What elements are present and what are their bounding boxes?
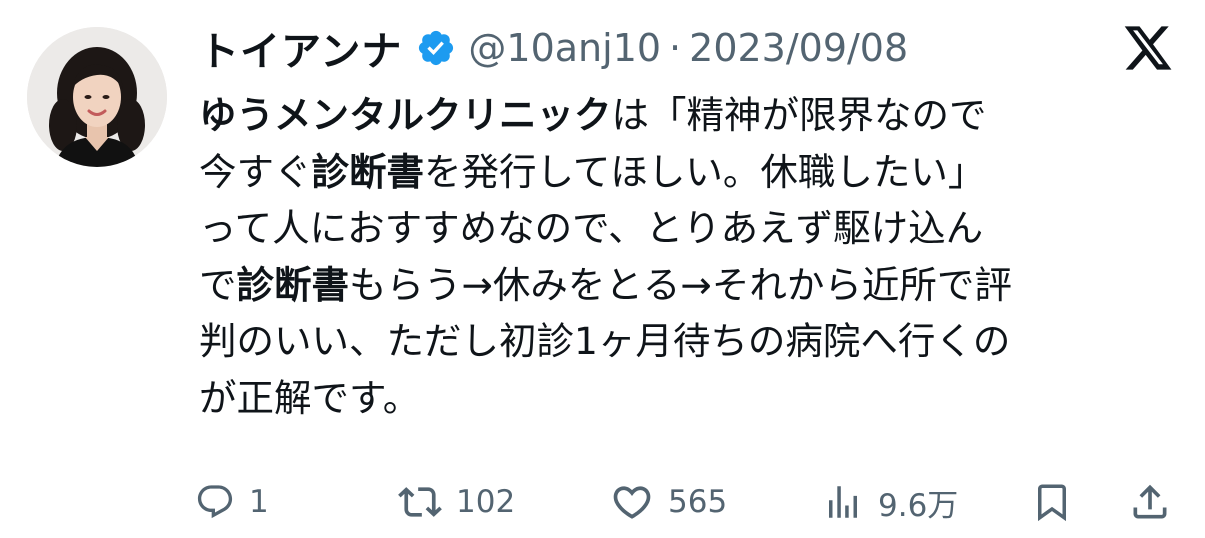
tweet-text-bold: ゆうメンタルクリニック xyxy=(199,93,612,137)
reply-count: 1 xyxy=(249,484,269,520)
share-icon xyxy=(1128,480,1172,524)
tweet-text: ゆうメンタルクリニックは「精神が限界なので 今すぐ診断書を発行してほしい。休職した… xyxy=(199,87,1189,426)
heart-icon xyxy=(610,480,654,524)
tweet-text-segment: って人におすすめなので、とりあえず駆け込ん xyxy=(199,206,984,250)
retweet-button[interactable]: 102 xyxy=(398,472,515,532)
like-button[interactable]: 565 xyxy=(610,472,727,532)
verified-badge-icon xyxy=(416,28,456,68)
views-count: 9.6万 xyxy=(878,487,959,524)
tweet-text-segment: は「精神が限界なので xyxy=(611,93,987,137)
tweet-text-segment: で xyxy=(199,262,237,307)
tweet-text-line: が正解です。 xyxy=(199,370,1189,427)
avatar-photo xyxy=(27,27,167,167)
retweet-count: 102 xyxy=(456,484,516,520)
bookmark-button[interactable] xyxy=(1031,472,1073,532)
views-button[interactable]: 9.6万 xyxy=(822,472,958,532)
tweet-date[interactable]: 2023/09/08 xyxy=(689,26,908,70)
tweet-header: トイアンナ @10anj10 · 2023/09/08 xyxy=(199,19,908,77)
views-icon xyxy=(822,481,864,523)
bookmark-icon xyxy=(1031,481,1073,523)
tweet-text-line: 判のいい、ただし初診1ヶ月待ちの病院へ行くの xyxy=(199,313,1189,370)
reply-button[interactable]: 1 xyxy=(195,472,269,532)
action-bar: 1 102 565 9.6万 xyxy=(0,472,1205,532)
like-count: 565 xyxy=(668,484,728,520)
tweet-text-line: 今すぐ診断書を発行してほしい。休職したい」 xyxy=(199,144,1189,201)
tweet-text-segment: を発行してほしい。休職したい」 xyxy=(424,149,986,194)
tweet-text-segment: 判のいい、ただし初診1ヶ月待ちの病院へ行くの xyxy=(199,319,1011,363)
tweet-text-line: で診断書もらう→休みをとる→それから近所で評 xyxy=(199,257,1189,314)
tweet-text-line: ゆうメンタルクリニックは「精神が限界なので xyxy=(199,87,1189,144)
author-name[interactable]: トイアンナ xyxy=(199,19,402,77)
author-handle[interactable]: @10anj10 xyxy=(468,26,661,70)
tweet-text-segment: もらう→休みをとる→それから近所で評 xyxy=(349,262,1012,307)
tweet-text-bold: 診断書 xyxy=(311,149,425,194)
tweet-text-line: って人におすすめなので、とりあえず駆け込ん xyxy=(199,200,1189,257)
tweet-text-segment: 今すぐ xyxy=(199,149,312,194)
tweet-text-segment: が正解です。 xyxy=(199,375,421,420)
retweet-icon xyxy=(398,480,442,524)
x-logo-icon xyxy=(1122,24,1174,72)
reply-icon xyxy=(195,482,235,522)
share-button[interactable] xyxy=(1128,472,1172,532)
tweet-text-bold: 診断書 xyxy=(236,262,350,307)
avatar[interactable] xyxy=(27,27,167,167)
header-separator: · xyxy=(669,26,682,70)
